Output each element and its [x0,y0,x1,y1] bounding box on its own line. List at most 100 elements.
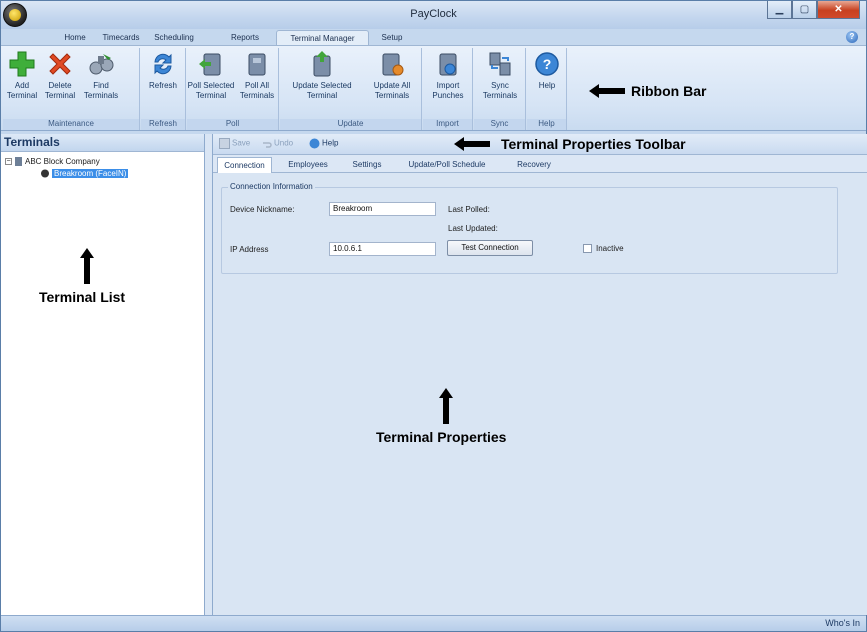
ip-address-field[interactable]: 10.0.6.1 [329,242,436,256]
annotation-terminal-properties: Terminal Properties [376,429,507,445]
tab-update-poll-schedule[interactable]: Update/Poll Schedule [399,157,495,173]
inactive-checkbox[interactable] [583,244,592,253]
test-connection-button[interactable]: Test Connection [447,240,533,256]
toolbar-help-button[interactable]: Help [309,138,338,149]
tab-home[interactable]: Home [59,30,91,46]
svg-text:?: ? [543,56,552,72]
connection-information-group: Connection Information Device Nickname: … [221,182,838,274]
delete-x-icon [49,53,71,75]
tree-node-company[interactable]: − ABC Block Company [5,156,100,167]
inactive-label: Inactive [596,244,624,253]
minimize-button[interactable]: ▁ [767,1,792,19]
ribbon-group-import: Import Punches Import [423,48,473,130]
save-label: Save [232,138,251,148]
terminals-icon [248,53,266,76]
update-all-terminals-button[interactable]: Update All Terminals [366,48,418,101]
update-all-label: Update All Terminals [373,81,411,100]
ribbon-bar: Add Terminal Delete Terminal Find Termin… [1,45,866,131]
tab-terminal-manager[interactable]: Terminal Manager [276,30,369,46]
toolbar-help-label: Help [322,138,339,148]
undo-icon [263,142,272,148]
nickname-label: Device Nickname: [230,205,295,214]
refresh-button[interactable]: Refresh [143,48,183,91]
sync-icon [489,52,511,76]
connection-info-legend: Connection Information [228,182,315,191]
connection-tab-panel: Connection Information Device Nickname: … [213,173,867,615]
tab-scheduling[interactable]: Scheduling [150,30,198,46]
window-controls: ▁ ▢ ✕ [767,1,860,19]
app-window: PayClock ▁ ▢ ✕ Home Timecards Scheduling… [0,0,867,632]
device-nickname-field[interactable]: Breakroom [329,202,436,216]
group-label-sync: Sync [474,119,525,130]
terminals-header: Terminals [1,134,204,152]
annotation-toolbar: Terminal Properties Toolbar [501,136,686,152]
tab-timecards[interactable]: Timecards [99,30,143,46]
last-updated-label: Last Updated: [448,224,498,233]
find-terminals-label: Find Terminals [83,81,119,100]
undo-button[interactable]: Undo [261,138,293,149]
last-polled-label: Last Polled: [448,205,490,214]
tab-connection[interactable]: Connection [217,157,272,173]
help-circle-icon [309,138,320,149]
faceid-terminal-icon [41,169,49,178]
pane-splitter[interactable] [205,134,212,615]
annotation-ribbon-bar: Ribbon Bar [631,83,707,99]
tree-node-terminal[interactable]: Breakroom (FaceIN) [39,168,129,179]
close-button[interactable]: ✕ [817,1,860,19]
ribbon-group-sync: Sync Terminals Sync [474,48,526,130]
refresh-label: Refresh [148,81,177,90]
poll-selected-terminal-button[interactable]: Poll Selected Terminal [187,48,235,101]
terminals-update-icon [382,53,404,76]
import-icon [439,53,457,76]
add-terminal-button[interactable]: Add Terminal [3,48,41,101]
ribbon-group-refresh: Refresh Refresh [141,48,186,130]
annotation-arrow-ribbon [589,84,625,98]
import-punches-button[interactable]: Import Punches [425,48,471,101]
poll-all-label: Poll All Terminals [239,81,275,100]
tab-employees[interactable]: Employees [281,157,335,173]
whos-in-button[interactable]: Who's In [825,618,860,628]
import-punches-label: Import Punches [432,81,464,100]
binoculars-icon [89,54,114,75]
ribbon-group-poll: Poll Selected Terminal Poll All Terminal… [187,48,279,130]
save-button[interactable]: Save [219,138,250,149]
terminal-list-pane: Terminals − ABC Block Company Breakroom (… [1,134,205,615]
tab-recovery[interactable]: Recovery [507,157,561,173]
group-label-poll: Poll [187,119,278,130]
annotation-arrow-properties [439,388,453,424]
terminal-properties-toolbar: Save Undo Help Terminal Properties Toolb… [213,134,867,155]
title-bar: PayClock ▁ ▢ ✕ [1,1,866,29]
tab-reports[interactable]: Reports [226,30,264,46]
terminal-poll-icon [199,53,221,76]
group-label-maintenance: Maintenance [3,119,139,130]
help-label: Help [538,81,556,90]
refresh-icon [154,53,172,75]
group-label-import: Import [423,119,472,130]
update-selected-terminal-button[interactable]: Update Selected Terminal [282,48,362,101]
update-selected-label: Update Selected Terminal [292,81,352,100]
company-name: ABC Block Company [25,157,100,166]
delete-terminal-button[interactable]: Delete Terminal [39,48,81,101]
tree-collapse-icon[interactable]: − [5,158,12,166]
ip-address-label: IP Address [230,245,269,254]
tab-settings[interactable]: Settings [345,157,389,173]
terminal-properties-pane: Save Undo Help Terminal Properties Toolb… [212,134,867,615]
group-label-refresh: Refresh [141,119,185,130]
status-bar: Who's In [1,615,866,631]
group-label-update: Update [280,119,421,130]
terminal-name: Breakroom (FaceIN) [52,169,129,178]
find-terminals-button[interactable]: Find Terminals [79,48,123,101]
sync-terminals-button[interactable]: Sync Terminals [476,48,524,101]
save-disk-icon [219,138,230,149]
poll-all-terminals-button[interactable]: Poll All Terminals [237,48,277,101]
tab-setup[interactable]: Setup [376,30,408,46]
maximize-button[interactable]: ▢ [792,1,817,19]
plus-icon [9,51,35,77]
annotation-arrow-terminal-list [80,248,94,284]
ribbon-group-help: ? Help Help [527,48,567,130]
properties-tabs: Connection Employees Settings Update/Pol… [213,155,867,173]
help-button[interactable]: ? Help [529,48,565,91]
ribbon-group-update: Update Selected Terminal Update All Term… [280,48,422,130]
help-icon[interactable]: ? [846,31,858,43]
delete-terminal-label: Delete Terminal [44,81,76,100]
